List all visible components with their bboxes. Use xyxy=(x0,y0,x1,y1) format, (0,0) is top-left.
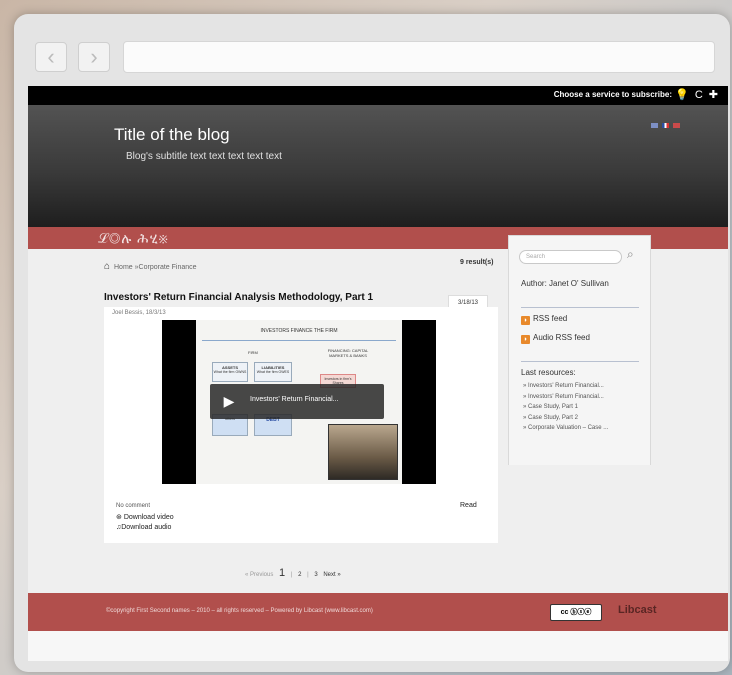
download-video-label: Download video xyxy=(123,514,174,521)
last-resources-title: Last resources: xyxy=(521,368,576,377)
read-link[interactable]: Read xyxy=(460,502,477,509)
pagination-page-2[interactable]: 2 xyxy=(298,572,301,578)
audio-rss-feed-link[interactable]: ◗ Audio RSS feed xyxy=(521,333,590,344)
page-viewport: Choose a service to subscribe: 💡 C ✚ Title… xyxy=(28,86,728,661)
flag-en-icon[interactable] xyxy=(651,123,658,128)
slide-financing-label: FINANCING: CAPITAL MARKETS & BANKS xyxy=(327,348,369,358)
flag-other-icon[interactable] xyxy=(673,123,680,128)
resource-item[interactable]: » Case Study, Part 2 xyxy=(523,413,608,424)
subscribe-bar: Choose a service to subscribe: 💡 C ✚ xyxy=(28,86,728,105)
pagination-page-3[interactable]: 3 xyxy=(314,572,317,578)
video-title-overlay[interactable]: ▶ Investors' Return Financial... xyxy=(210,384,384,419)
refresh-icon[interactable]: C xyxy=(695,88,703,102)
address-bar[interactable] xyxy=(123,41,715,73)
breadcrumb: ⌂ Home »Corporate Finance xyxy=(104,261,197,272)
resource-item[interactable]: » Corporate Valuation – Case ... xyxy=(523,423,608,434)
breadcrumb-home[interactable]: Home xyxy=(114,264,133,271)
pagination-current: 1 xyxy=(279,567,286,579)
sidebar: Search ⌕ Author: Janet O' Sullivan ◗ RSS … xyxy=(508,235,651,465)
bulb-icon[interactable]: 💡 xyxy=(675,88,689,102)
libcast-logo[interactable]: Libcast xyxy=(618,604,657,616)
slide-liabilities-box: LIABILITIES What the firm OWES xyxy=(254,362,292,382)
slide-firm-label: FIRM xyxy=(248,350,258,355)
audio-rss-feed-label: Audio RSS feed xyxy=(533,333,590,342)
search-input[interactable]: Search xyxy=(519,250,622,264)
forward-button[interactable]: › xyxy=(78,42,110,72)
comments-link[interactable]: No comment xyxy=(116,503,150,509)
breadcrumb-current[interactable]: Corporate Finance xyxy=(139,264,197,271)
resource-item[interactable]: » Case Study, Part 1 xyxy=(523,402,608,413)
subscribe-label: Choose a service to subscribe: xyxy=(553,90,672,99)
band-logo: ℒ◎ሉ ሕሂ※ xyxy=(98,230,169,246)
resource-item[interactable]: » Investors' Return Financial... xyxy=(523,392,608,403)
search-icon[interactable]: ⌕ xyxy=(627,247,634,262)
film-icon: ⊛ xyxy=(116,514,122,521)
pagination-separator: | xyxy=(307,572,309,578)
rss-icon: ◗ xyxy=(521,316,530,325)
pagination-separator: | xyxy=(290,572,293,578)
subscribe-icons: 💡 C ✚ xyxy=(669,88,718,102)
post-meta: Joel Bessis, 18/3/13 xyxy=(112,310,166,316)
rss-icon: ◗ xyxy=(521,335,530,344)
play-icon[interactable]: ▶ xyxy=(214,388,244,415)
author-label: Author: Janet O' Sullivan xyxy=(521,279,609,288)
language-flags xyxy=(647,115,680,133)
post-title[interactable]: Investors' Return Financial Analysis Met… xyxy=(104,292,373,303)
rss-feed-link[interactable]: ◗ RSS feed xyxy=(521,314,567,325)
sidebar-divider xyxy=(521,307,639,308)
pagination: « Previous 1 | 2 | 3 Next » xyxy=(243,567,343,579)
page-bottom xyxy=(28,631,728,661)
pagination-next[interactable]: Next » xyxy=(323,572,340,578)
plus-icon[interactable]: ✚ xyxy=(709,88,718,102)
download-video-link[interactable]: ⊛ Download video xyxy=(116,513,174,521)
creative-commons-badge[interactable]: cc ⓑⓢⓔ xyxy=(550,604,602,621)
slide-liabilities-sub: What the firm OWES xyxy=(256,370,290,374)
flag-fr-icon[interactable] xyxy=(662,123,669,128)
download-audio-label: Download audio xyxy=(121,524,172,531)
slide-divider xyxy=(202,340,396,341)
resource-item[interactable]: » Investors' Return Financial... xyxy=(523,381,608,392)
sidebar-divider xyxy=(521,361,639,362)
back-button[interactable]: ‹ xyxy=(35,42,67,72)
results-count: 9 result(s) xyxy=(460,259,494,266)
rss-feed-label: RSS feed xyxy=(533,314,568,323)
last-resources-list: » Investors' Return Financial... » Inves… xyxy=(523,381,608,434)
footer: ©copyright First Second names – 2010 – a… xyxy=(28,593,728,631)
slide-assets-sub: What the firm OWNS xyxy=(213,370,247,374)
pagination-previous[interactable]: « Previous xyxy=(245,572,273,578)
slide-assets-box: ASSETS What the firm OWNS xyxy=(212,362,248,382)
blog-title[interactable]: Title of the blog xyxy=(114,125,230,145)
post-card: Joel Bessis, 18/3/13 INVESTORS FINANCE T… xyxy=(104,307,498,543)
browser-toolbar: ‹ › xyxy=(30,38,716,76)
download-audio-link[interactable]: ♫Download audio xyxy=(116,524,171,531)
speaker-thumbnail xyxy=(328,424,398,480)
copyright-text: ©copyright First Second names – 2010 – a… xyxy=(106,608,373,614)
blog-header: Title of the blog Blog's subtitle text t… xyxy=(28,105,728,227)
video-caption: Investors' Return Financial... xyxy=(250,396,339,403)
slide-heading: INVESTORS FINANCE THE FIRM xyxy=(260,328,338,334)
video-player[interactable]: INVESTORS FINANCE THE FIRM FIRM FINANCIN… xyxy=(162,320,436,484)
home-icon[interactable]: ⌂ xyxy=(104,261,110,272)
blog-subtitle: Blog's subtitle text text text text text xyxy=(126,151,282,162)
